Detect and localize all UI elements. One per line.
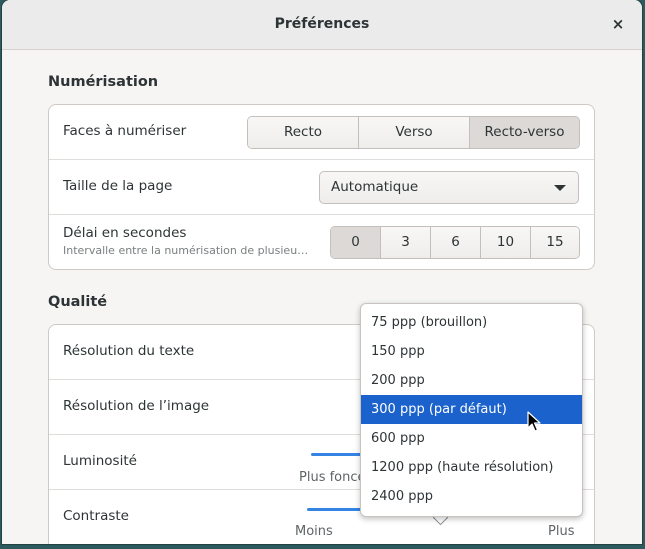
menu-item-200[interactable]: 200 ppp	[361, 366, 582, 395]
section-title-quality: Qualité	[48, 294, 108, 310]
close-icon[interactable]: ×	[608, 14, 628, 34]
sides-option-front[interactable]: Recto	[248, 117, 359, 148]
brightness-label: Luminosité	[63, 453, 137, 469]
title-bar: Préférences ×	[2, 0, 642, 50]
menu-item-75[interactable]: 75 ppp (brouillon)	[361, 308, 582, 337]
scanning-settings-list: Faces à numériser Recto Verso Recto-vers…	[48, 104, 595, 270]
sides-option-both[interactable]: Recto-verso	[470, 117, 579, 148]
page-size-dropdown[interactable]: Automatique	[319, 171, 579, 204]
page-size-value: Automatique	[331, 179, 419, 195]
page-size-label: Taille de la page	[63, 178, 173, 194]
menu-item-600[interactable]: 600 ppp	[361, 424, 582, 453]
section-title-scanning: Numérisation	[48, 74, 159, 90]
dialog-title: Préférences	[274, 16, 370, 32]
row-delay: Délai en secondes Intervalle entre la nu…	[49, 215, 594, 269]
delay-option-10[interactable]: 10	[481, 227, 531, 258]
delay-option-15[interactable]: 15	[531, 227, 579, 258]
row-sides: Faces à numériser Recto Verso Recto-vers…	[49, 105, 594, 160]
sides-selector: Recto Verso Recto-verso	[247, 116, 580, 149]
contrast-max-label: Plus	[548, 524, 575, 539]
brightness-min-label: Plus foncé	[299, 470, 366, 485]
menu-item-150[interactable]: 150 ppp	[361, 337, 582, 366]
row-page-size: Taille de la page Automatique	[49, 160, 594, 215]
image-resolution-label: Résolution de l’image	[63, 398, 210, 414]
delay-selector: 0 3 6 10 15	[330, 226, 580, 259]
chevron-down-icon	[554, 185, 566, 191]
contrast-label: Contraste	[63, 508, 129, 524]
menu-item-300[interactable]: 300 ppp (par défaut)	[361, 395, 582, 424]
sides-label: Faces à numériser	[63, 123, 187, 139]
delay-option-0[interactable]: 0	[331, 227, 381, 258]
mouse-cursor-icon	[527, 411, 541, 432]
resolution-dropdown-menu: 75 ppp (brouillon) 150 ppp 200 ppp 300 p…	[360, 303, 583, 517]
menu-item-2400[interactable]: 2400 ppp	[361, 482, 582, 511]
menu-item-1200[interactable]: 1200 ppp (haute résolution)	[361, 453, 582, 482]
text-resolution-label: Résolution du texte	[63, 343, 195, 359]
delay-option-6[interactable]: 6	[431, 227, 481, 258]
delay-sublabel: Intervalle entre la numérisation de plus…	[63, 244, 309, 257]
delay-option-3[interactable]: 3	[381, 227, 431, 258]
preferences-dialog: Préférences × Numérisation Faces à numér…	[2, 0, 642, 544]
contrast-min-label: Moins	[295, 524, 333, 539]
sides-option-back[interactable]: Verso	[359, 117, 470, 148]
delay-label: Délai en secondes	[63, 225, 187, 241]
